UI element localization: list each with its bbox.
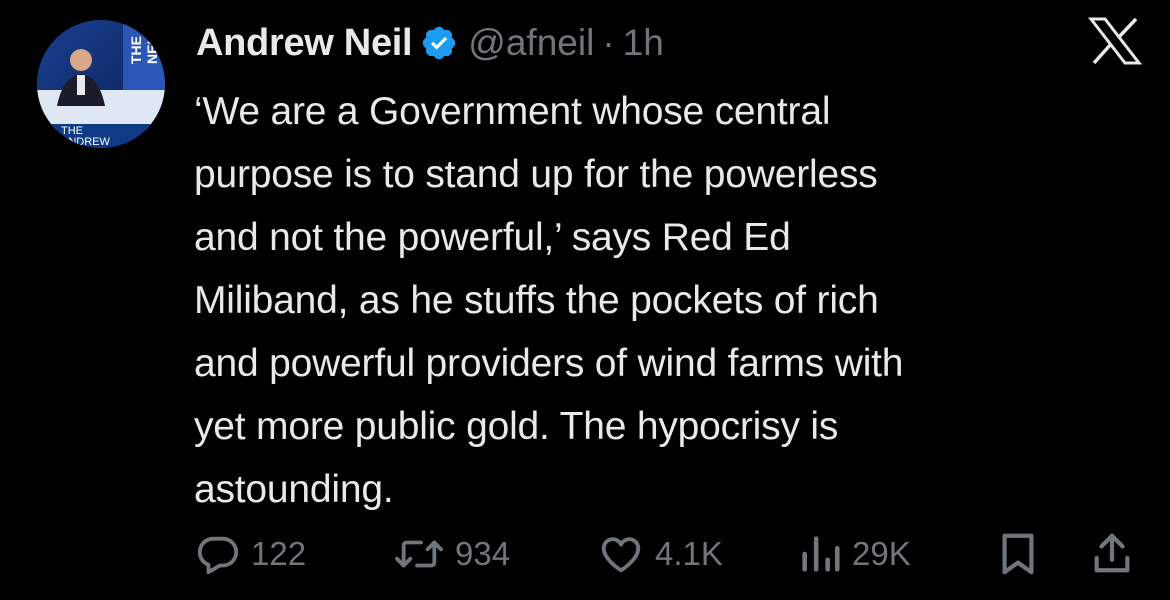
separator-dot: · — [602, 22, 615, 63]
share-button[interactable] — [1092, 524, 1132, 584]
avatar-text-andrew: ANDREW — [61, 136, 111, 148]
bookmark-button[interactable] — [998, 524, 1038, 584]
display-name[interactable]: Andrew Neil — [196, 22, 413, 65]
share-icon — [1094, 533, 1130, 573]
tweet-text-line: ‘We are a Government whose central — [194, 90, 831, 133]
repost-icon — [395, 540, 443, 568]
user-handle[interactable]: @afneil — [468, 22, 594, 64]
tweet-text-line: and not the powerful,’ says Red Ed — [194, 216, 791, 259]
tweet-text-line: astounding. — [194, 468, 394, 511]
tweet-text-line: purpose is to stand up for the powerless — [194, 153, 878, 196]
like-button[interactable]: 4.1K — [597, 524, 723, 584]
views-icon — [802, 536, 840, 572]
like-count: 4.1K — [655, 535, 723, 572]
tweet-card: THE NEIL THE ANDREW Andrew Neil @afneil … — [0, 0, 1170, 600]
tweet-text-line: Miliband, as he stuffs the pockets of ri… — [194, 279, 879, 322]
reply-icon — [197, 536, 239, 575]
tweet-text-line: yet more public gold. The hypocrisy is — [194, 405, 839, 448]
tweet-header: Andrew Neil @afneil · 1h — [196, 18, 664, 68]
tweet-text: ‘We are a Government whose central purpo… — [194, 80, 1134, 521]
heart-icon — [601, 537, 641, 573]
bookmark-icon — [1002, 533, 1034, 575]
avatar-text-the: THE — [128, 36, 144, 64]
verified-badge-icon — [420, 24, 458, 62]
reply-count: 122 — [251, 535, 307, 572]
reply-button[interactable]: 122 — [195, 524, 306, 584]
x-logo-icon — [1087, 17, 1143, 65]
avatar-text-neil: NEIL — [144, 32, 160, 64]
avatar[interactable]: THE NEIL THE ANDREW — [37, 20, 165, 148]
repost-count: 934 — [455, 535, 511, 572]
views-count: 29K — [852, 535, 911, 572]
timestamp[interactable]: 1h — [623, 22, 664, 64]
tweet-actions: 122 934 4.1K 29K — [0, 524, 1170, 584]
repost-button[interactable]: 934 — [393, 524, 510, 584]
avatar-image: THE NEIL THE ANDREW — [37, 20, 165, 148]
views-button[interactable]: 29K — [798, 524, 911, 584]
tweet-text-line: and powerful providers of wind farms wit… — [194, 342, 904, 385]
